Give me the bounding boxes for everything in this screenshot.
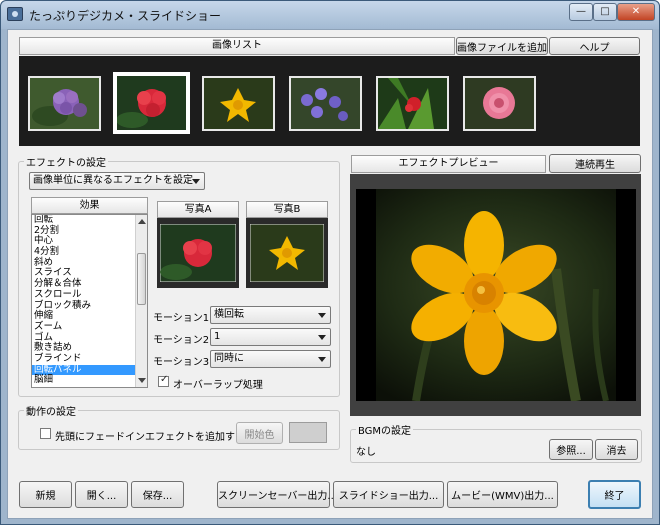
save-button[interactable]: 保存... bbox=[131, 481, 184, 508]
bgm-label: BGMの設定 bbox=[356, 422, 414, 437]
overlap-label: オーバーラップ処理 bbox=[173, 380, 263, 391]
scroll-up-icon[interactable] bbox=[138, 219, 146, 224]
app-window: たっぷりデジカメ・スライドショー — □ ✕ 画像リスト 画像ファイルを追加 ヘ… bbox=[0, 0, 660, 525]
client-area: 画像リスト 画像ファイルを追加 ヘルプ エフェクトの設定 画像単位に異なるエフェ… bbox=[7, 29, 653, 519]
motion2-select[interactable]: 1 bbox=[210, 328, 331, 346]
scroll-down-icon[interactable] bbox=[138, 378, 146, 383]
fadein-checkbox[interactable] bbox=[40, 428, 51, 439]
chevron-down-icon bbox=[318, 357, 326, 362]
minimize-button[interactable]: — bbox=[569, 3, 593, 21]
photo-b-image bbox=[250, 224, 324, 282]
close-button[interactable]: ✕ bbox=[617, 3, 655, 21]
photo-b-header: 写真B bbox=[246, 201, 328, 218]
image-list-header: 画像リスト bbox=[19, 37, 455, 55]
motion1-label: モーション1 bbox=[153, 313, 210, 324]
exit-button[interactable]: 終了 bbox=[588, 480, 641, 509]
window-title: たっぷりデジカメ・スライドショー bbox=[29, 9, 222, 23]
start-color-button[interactable]: 開始色 bbox=[236, 422, 283, 444]
motion3-label: モーション3 bbox=[153, 357, 210, 368]
photo-a-header: 写真A bbox=[157, 201, 239, 218]
add-image-button[interactable]: 画像ファイルを追加 bbox=[456, 37, 548, 55]
slideshow-export-button[interactable]: スライドショー出力... bbox=[333, 481, 444, 508]
thumbnail-geranium[interactable] bbox=[113, 72, 190, 134]
open-button[interactable]: 開く... bbox=[75, 481, 128, 508]
photo-b-frame bbox=[246, 218, 328, 288]
new-button[interactable]: 新規 bbox=[19, 481, 72, 508]
effects-header: 効果 bbox=[31, 197, 148, 214]
photo-a-frame bbox=[157, 218, 239, 288]
effect-list-item[interactable]: 脳細 bbox=[32, 375, 147, 386]
effect-settings-label: エフェクトの設定 bbox=[24, 154, 108, 169]
thumbnail-red-flower-leaves[interactable] bbox=[376, 76, 449, 131]
motion3-select[interactable]: 同時に bbox=[210, 350, 331, 368]
start-color-swatch[interactable] bbox=[289, 422, 327, 443]
continuous-play-button[interactable]: 連続再生 bbox=[549, 154, 641, 173]
preview-frame bbox=[350, 174, 641, 416]
thumbnail-daffodil[interactable] bbox=[202, 76, 275, 131]
thumbnail-hydrangea[interactable] bbox=[28, 76, 101, 131]
thumbnail-purple-flowers[interactable] bbox=[289, 76, 362, 131]
title-bar[interactable]: たっぷりデジカメ・スライドショー — □ ✕ bbox=[1, 1, 659, 29]
fadein-label: 先頭にフェードインエフェクトを追加する bbox=[55, 432, 245, 443]
effect-list-item[interactable]: ズーム bbox=[32, 321, 147, 333]
overlap-checkbox[interactable] bbox=[158, 374, 169, 387]
help-button[interactable]: ヘルプ bbox=[549, 37, 640, 55]
thumbnail-peony[interactable] bbox=[463, 76, 536, 131]
effect-mode-select[interactable]: 画像単位に異なるエフェクトを設定 bbox=[29, 172, 205, 190]
preview-header: エフェクトプレビュー bbox=[351, 155, 546, 173]
motion1-value: 横回転 bbox=[214, 309, 244, 320]
geranium-image bbox=[116, 76, 186, 130]
bgm-browse-button[interactable]: 参照... bbox=[549, 439, 593, 460]
effects-list[interactable]: 回転 2分割 中心 4分割 斜め スライス 分解＆合体 スクロール ブロック積み 伸縮 ズーム ゴム敷… bbox=[31, 214, 148, 388]
motion2-label: モーション2 bbox=[153, 335, 210, 346]
action-settings-label: 動作の設定 bbox=[24, 403, 78, 418]
bgm-clear-button[interactable]: 消去 bbox=[595, 439, 638, 460]
hydrangea-image bbox=[30, 78, 99, 129]
effect-list-item[interactable]: スクロール bbox=[32, 289, 147, 301]
movie-export-button[interactable]: ムービー(WMV)出力... bbox=[447, 481, 558, 508]
maximize-button[interactable]: □ bbox=[593, 3, 617, 21]
motion2-value: 1 bbox=[214, 331, 221, 342]
app-icon bbox=[7, 7, 23, 21]
screensaver-export-button[interactable]: スクリーンセーバー出力... bbox=[217, 481, 337, 508]
daffodil-preview-image bbox=[356, 189, 636, 402]
effects-scrollbar[interactable] bbox=[135, 215, 147, 387]
scroll-thumb[interactable] bbox=[137, 253, 146, 305]
thumbnail-strip[interactable] bbox=[19, 56, 640, 146]
red-flower-leaves-image bbox=[378, 78, 447, 129]
effects-list-items: 回転 2分割 中心 4分割 斜め スライス 分解＆合体 スクロール ブロック積み 伸縮 ズーム ゴム敷… bbox=[32, 215, 147, 386]
preview-canvas bbox=[356, 189, 636, 402]
motion1-select[interactable]: 横回転 bbox=[210, 306, 331, 324]
effect-mode-value: 画像単位に異なるエフェクトを設定 bbox=[33, 175, 193, 186]
peony-image bbox=[465, 78, 534, 129]
photo-a-image bbox=[160, 224, 236, 282]
chevron-down-icon bbox=[318, 313, 326, 318]
bgm-value: なし bbox=[356, 447, 376, 458]
chevron-down-icon bbox=[318, 335, 326, 340]
purple-flowers-image bbox=[291, 78, 360, 129]
motion3-value: 同時に bbox=[214, 353, 244, 364]
chevron-down-icon bbox=[192, 179, 200, 184]
daffodil-thumb-image bbox=[204, 78, 273, 129]
